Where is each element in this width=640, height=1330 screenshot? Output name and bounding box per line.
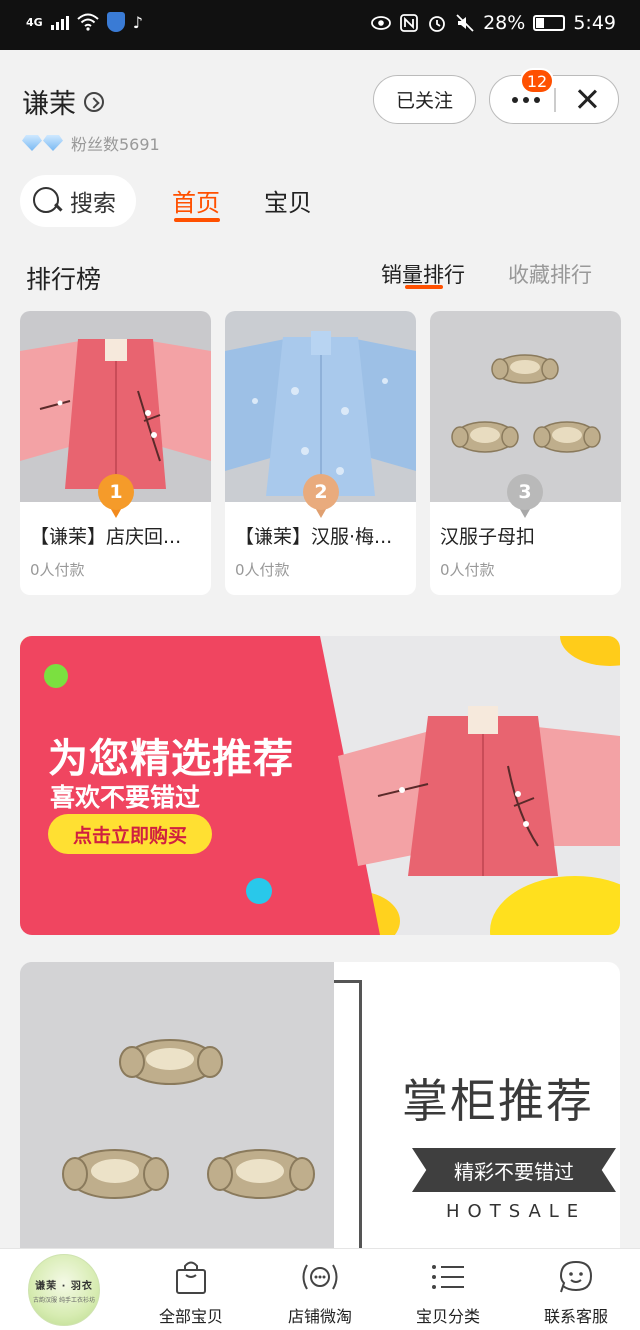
nav-label: 全部宝贝	[158, 1307, 223, 1326]
battery-percent: 28%	[483, 12, 526, 34]
shopping-bag-icon	[141, 1257, 241, 1297]
security-shield-icon	[106, 12, 125, 32]
mute-icon	[456, 14, 474, 32]
nav-label: 店铺微淘	[287, 1307, 352, 1326]
banner-subtitle: 喜欢不要错过	[50, 783, 201, 812]
promo-banner[interactable]: 为您精选推荐 喜欢不要错过 点击立即购买	[20, 636, 620, 935]
search-icon	[32, 186, 62, 216]
wifi-icon	[77, 13, 99, 31]
nav-all-items[interactable]: 全部宝贝	[141, 1257, 241, 1327]
nav-categories[interactable]: 宝贝分类	[398, 1257, 498, 1327]
ranking-title: 排行榜	[26, 265, 102, 294]
search-label: 搜索	[70, 191, 116, 217]
product-name: 【谦茉】汉服·梅...	[235, 526, 393, 548]
tab-items[interactable]: 宝贝	[264, 183, 312, 218]
list-icon	[398, 1257, 498, 1297]
nav-customer-service[interactable]: 联系客服	[526, 1257, 626, 1327]
shopkeeper-recommend-card[interactable]: 掌柜推荐 精彩不要错过 HOTSALE	[20, 962, 620, 1262]
payment-count: 0人付款	[235, 561, 290, 579]
status-right: 28% 5:49	[371, 12, 616, 34]
signal-icon	[50, 14, 69, 30]
nfc-icon	[400, 14, 418, 32]
nav-label: 联系客服	[543, 1307, 608, 1326]
recommend-title: 掌柜推荐	[402, 1074, 594, 1128]
close-icon[interactable]	[574, 86, 600, 112]
bottom-nav: 谦茉 · 羽衣 古韵汉服 纯手工衣衫坊 全部宝贝 店铺微淘 宝贝分类 联系客服	[0, 1248, 640, 1330]
payment-count: 0人付款	[30, 561, 85, 579]
tiktok-icon: ♪	[132, 12, 143, 32]
notification-badge: 12	[520, 68, 554, 94]
decor-dot	[44, 664, 68, 688]
ranking-card[interactable]: 【谦茉】店庆回... 0人付款	[20, 311, 211, 595]
nav-label: 宝贝分类	[415, 1307, 480, 1326]
shop-name[interactable]: 谦茉	[22, 82, 104, 121]
shop-name-text: 谦茉	[22, 89, 76, 120]
decor-dot	[246, 878, 272, 904]
buy-now-button[interactable]: 点击立即购买	[48, 814, 212, 854]
logo-text: 谦茉 · 羽衣	[35, 1280, 93, 1292]
recommend-product-image	[20, 962, 334, 1262]
banner-product-image	[338, 706, 620, 876]
diamond-level-icon	[22, 135, 63, 151]
miniapp-capsule	[489, 75, 619, 124]
rank-medal: 3	[507, 474, 543, 518]
chat-bubble-icon	[526, 1257, 626, 1297]
rank-number: 2	[303, 474, 339, 510]
nav-shop-feed[interactable]: 店铺微淘	[270, 1257, 370, 1327]
product-name: 【谦茉】店庆回...	[30, 526, 182, 548]
banner-title: 为您精选推荐	[48, 736, 294, 782]
tab-home[interactable]: 首页	[172, 183, 220, 218]
broadcast-icon	[270, 1257, 370, 1297]
tab-home-indicator	[174, 218, 220, 222]
follow-button[interactable]: 已关注	[373, 75, 476, 124]
search-button[interactable]: 搜索	[20, 175, 136, 227]
decor-frame	[334, 980, 362, 1262]
ranking-card[interactable]: 【谦茉】汉服·梅... 0人付款	[225, 311, 416, 595]
rank-number: 1	[98, 474, 134, 510]
chevron-right-icon	[84, 91, 104, 112]
hotsale-label: HOTSALE	[446, 1201, 587, 1222]
status-bar: 4G ♪ 28% 5:49	[0, 0, 640, 50]
capsule-divider	[554, 88, 556, 112]
status-left: 4G ♪	[26, 12, 143, 32]
rank-number: 3	[507, 474, 543, 510]
decor-blob	[560, 636, 620, 666]
sort-sales-indicator	[405, 285, 443, 289]
fans-count: 粉丝数5691	[71, 135, 160, 154]
eye-icon	[371, 16, 391, 30]
ranking-card[interactable]: 汉服子母扣 0人付款	[430, 311, 621, 595]
shop-logo[interactable]: 谦茉 · 羽衣 古韵汉服 纯手工衣衫坊	[28, 1254, 100, 1326]
logo-slogan: 古韵汉服 纯手工衣衫坊	[33, 1296, 95, 1304]
alarm-icon	[429, 16, 445, 32]
rank-medal: 2	[303, 474, 339, 518]
product-name: 汉服子母扣	[440, 526, 536, 548]
more-icon[interactable]	[512, 97, 540, 103]
recommend-ribbon: 精彩不要错过	[412, 1148, 616, 1192]
sort-by-favorites-tab[interactable]: 收藏排行	[508, 259, 592, 289]
rank-medal: 1	[98, 474, 134, 518]
fans-row: 粉丝数5691	[22, 131, 160, 155]
network-type: 4G	[26, 15, 43, 29]
clock: 5:49	[573, 12, 616, 34]
payment-count: 0人付款	[440, 561, 495, 579]
battery-icon	[533, 15, 566, 31]
